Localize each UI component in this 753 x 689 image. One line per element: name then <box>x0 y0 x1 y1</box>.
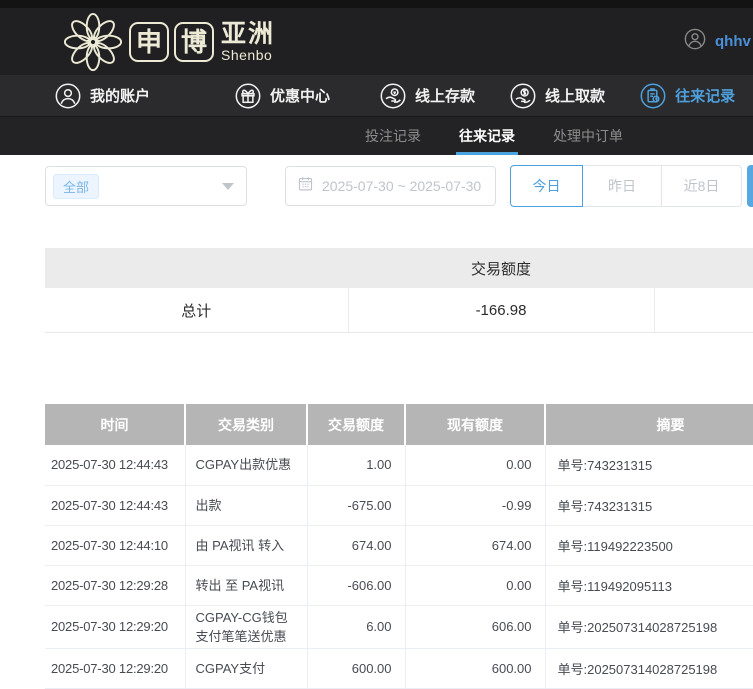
app-header: 申 博 亚洲 Shenbo qhhv <box>0 8 753 75</box>
cell-amount: -606.00 <box>307 565 406 606</box>
cell-note: 单号:119492223500 <box>545 525 753 566</box>
nav-item-records[interactable]: 往来记录 <box>640 83 735 109</box>
table-row: 2025-07-30 12:29:28 转出 至 PA视讯 -606.00 0.… <box>45 565 753 606</box>
cell-note: 单号:202507314028725198 <box>545 605 753 649</box>
search-button[interactable] <box>747 165 753 207</box>
cell-time: 2025-07-30 12:44:43 <box>45 445 186 486</box>
nav-item-label: 线上存款 <box>415 88 476 105</box>
column-header-amount: 交易额度 <box>307 404 406 445</box>
nav-item-label: 我的账户 <box>90 88 151 105</box>
cell-amount: 6.00 <box>307 605 406 649</box>
top-strip <box>0 0 753 8</box>
brand-logo[interactable]: 申 博 亚洲 Shenbo <box>62 11 275 73</box>
cell-time: 2025-07-30 12:29:20 <box>45 605 186 649</box>
summary-total-value: -166.98 <box>348 288 655 333</box>
nav-item-label: 线上取款 <box>545 88 606 105</box>
cell-note: 单号:743231315 <box>545 445 753 486</box>
cell-type: CGPAY支付 <box>185 648 308 689</box>
cell-type: CGPAY-CG钱包支付笔笔送优惠 <box>185 605 308 649</box>
cell-balance: 0.00 <box>405 445 546 486</box>
type-filter-tag[interactable]: 全部 <box>53 173 100 199</box>
cell-time: 2025-07-30 12:29:20 <box>45 648 186 689</box>
cell-balance: 600.00 <box>405 648 546 689</box>
column-header-note: 摘要 <box>545 404 753 445</box>
table-row: 2025-07-30 12:29:20 CGPAY支付 600.00 600.0… <box>45 648 753 689</box>
nav-item-promotions[interactable]: 优惠中心 <box>235 83 330 109</box>
cell-type: 转出 至 PA视讯 <box>185 565 308 606</box>
tab-bet-records[interactable]: 投注记录 <box>362 117 424 155</box>
cell-balance: 674.00 <box>405 525 546 566</box>
tab-transaction-records[interactable]: 往来记录 <box>456 117 518 155</box>
cell-type: 出款 <box>185 485 308 526</box>
flower-logo-icon <box>62 11 124 73</box>
user-avatar-icon <box>684 28 706 55</box>
summary-table: 交易额度 总计 -166.98 <box>45 248 753 333</box>
column-header-time: 时间 <box>45 404 186 445</box>
logo-latin-text: Shenbo <box>221 46 273 63</box>
calendar-icon <box>297 175 314 197</box>
deposit-icon <box>380 83 406 109</box>
summary-total-empty <box>654 288 753 333</box>
quick-range-button-group: 今日 昨日 近8日 <box>510 165 742 207</box>
range-button-yesterday[interactable]: 昨日 <box>583 165 662 207</box>
logo-region-text: 亚洲 <box>221 19 276 48</box>
cell-amount: -675.00 <box>307 485 406 526</box>
table-row: 2025-07-30 12:44:43 CGPAY出款优惠 1.00 0.00 … <box>45 445 753 486</box>
cell-amount: 600.00 <box>307 648 406 689</box>
transaction-records-page: { "brand": { "logo_char1": "申", "logo_ch… <box>0 0 753 689</box>
records-icon <box>640 83 666 109</box>
type-filter-select[interactable]: 全部 <box>45 166 247 206</box>
summary-header-empty <box>45 248 348 288</box>
cell-note: 单号:743231315 <box>545 485 753 526</box>
gift-icon <box>235 83 261 109</box>
range-button-today[interactable]: 今日 <box>510 165 583 207</box>
table-header-row: 时间 交易类别 交易额度 现有额度 摘要 <box>45 404 753 445</box>
cell-time: 2025-07-30 12:44:10 <box>45 525 186 566</box>
username-text[interactable]: qhhv <box>715 33 751 50</box>
tab-pending-orders[interactable]: 处理中订单 <box>550 117 626 155</box>
transactions-table: 时间 交易类别 交易额度 现有额度 摘要 2025-07-30 12:44:43… <box>45 404 753 689</box>
summary-header-amount: 交易额度 <box>348 248 654 288</box>
logo-wordmark: 亚洲 Shenbo <box>221 19 276 63</box>
summary-header-row: 交易额度 <box>45 248 753 288</box>
nav-item-deposit[interactable]: 线上存款 <box>380 83 475 109</box>
cell-balance: 0.00 <box>405 565 546 606</box>
cell-balance: 606.00 <box>405 605 546 649</box>
nav-item-label: 优惠中心 <box>270 88 331 105</box>
cell-note: 单号:119492095113 <box>545 565 753 606</box>
range-button-last-8-days[interactable]: 近8日 <box>662 165 742 207</box>
cell-time: 2025-07-30 12:29:28 <box>45 565 186 606</box>
table-row: 2025-07-30 12:44:43 出款 -675.00 -0.99 单号:… <box>45 485 753 526</box>
date-range-input[interactable]: 2025-07-30 ~ 2025-07-30 <box>285 166 496 206</box>
cell-type: 由 PA视讯 转入 <box>185 525 308 566</box>
cell-amount: 674.00 <box>307 525 406 566</box>
summary-total-row: 总计 -166.98 <box>45 288 753 333</box>
logo-char-bo: 博 <box>174 21 214 62</box>
withdraw-icon <box>510 83 536 109</box>
summary-total-label: 总计 <box>45 288 349 333</box>
caret-down-icon <box>222 183 234 190</box>
nav-item-withdraw[interactable]: 线上取款 <box>510 83 605 109</box>
user-icon <box>55 83 81 109</box>
cell-type: CGPAY出款优惠 <box>185 445 308 486</box>
records-subnav: 投注记录 往来记录 处理中订单 <box>0 116 753 155</box>
table-row: 2025-07-30 12:44:10 由 PA视讯 转入 674.00 674… <box>45 525 753 566</box>
summary-header-empty2 <box>654 248 753 288</box>
nav-item-my-account[interactable]: 我的账户 <box>55 83 150 109</box>
cell-balance: -0.99 <box>405 485 546 526</box>
cell-time: 2025-07-30 12:44:43 <box>45 485 186 526</box>
nav-item-label: 往来记录 <box>675 88 736 105</box>
date-range-value: 2025-07-30 ~ 2025-07-30 <box>322 178 482 194</box>
column-header-type: 交易类别 <box>185 404 308 445</box>
logo-char-shen: 申 <box>129 21 169 62</box>
main-navbar: 我的账户 优惠中心 线上存款 线上取款 往来记录 <box>0 75 753 116</box>
cell-note: 单号:202507314028725198 <box>545 648 753 689</box>
cell-amount: 1.00 <box>307 445 406 486</box>
user-account[interactable]: qhhv <box>684 8 751 75</box>
column-header-balance: 现有额度 <box>405 404 546 445</box>
table-row: 2025-07-30 12:29:20 CGPAY-CG钱包支付笔笔送优惠 6.… <box>45 605 753 649</box>
